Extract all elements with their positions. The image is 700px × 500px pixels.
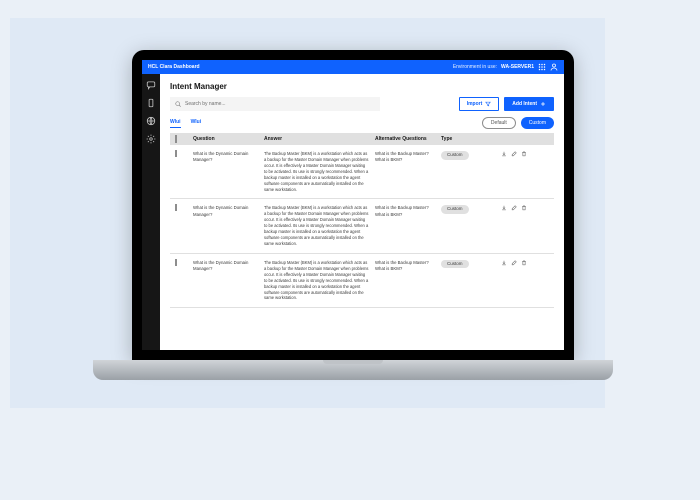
- sidebar-item-device[interactable]: [146, 98, 156, 108]
- row-checkbox[interactable]: [175, 259, 177, 266]
- filter-icon: [485, 101, 491, 107]
- edit-icon[interactable]: [511, 260, 517, 266]
- edit-icon[interactable]: [511, 205, 517, 211]
- top-bar: HCL Clara Dashboard Environment in use: …: [142, 60, 564, 74]
- tab-wlui-2[interactable]: Wlui: [191, 119, 202, 128]
- table-row: What is the Dynamic Domain Manager? The B…: [170, 254, 554, 308]
- type-badge: Custom: [441, 205, 469, 214]
- select-all-checkbox[interactable]: [175, 135, 177, 143]
- cell-question: What is the Dynamic Domain Manager?: [193, 151, 258, 163]
- col-question: Question: [193, 136, 258, 142]
- cell-answer: The Backup Master (BKM) is a workstation…: [264, 205, 369, 246]
- brand-label: HCL Clara Dashboard: [148, 64, 200, 70]
- row-checkbox[interactable]: [175, 204, 177, 211]
- env-value: WA-SERVER1: [501, 64, 534, 70]
- type-badge: Custom: [441, 151, 469, 160]
- delete-icon[interactable]: [521, 260, 527, 266]
- env-label: Environment in use:: [453, 64, 497, 70]
- chip-custom[interactable]: Custom: [521, 117, 554, 129]
- search-icon: [175, 101, 181, 107]
- sidebar-item-intents[interactable]: [146, 80, 156, 90]
- table-row: What is the Dynamic Domain Manager? The B…: [170, 199, 554, 253]
- cell-alt: What is the Backup Master? What is BKM?: [375, 151, 435, 163]
- download-icon[interactable]: [501, 151, 507, 157]
- sidebar: [142, 74, 160, 350]
- table-header: Question Answer Alternative Questions Ty…: [170, 133, 554, 145]
- cell-question: What is the Dynamic Domain Manager?: [193, 260, 258, 272]
- chip-default[interactable]: Default: [482, 117, 516, 129]
- delete-icon[interactable]: [521, 151, 527, 157]
- col-answer: Answer: [264, 136, 369, 142]
- delete-icon[interactable]: [521, 205, 527, 211]
- cell-answer: The Backup Master (BKM) is a workstation…: [264, 151, 369, 192]
- edit-icon[interactable]: [511, 151, 517, 157]
- search-input[interactable]: Search by name...: [170, 97, 380, 111]
- col-type: Type: [441, 136, 481, 142]
- cell-alt: What is the Backup Master? What is BKM?: [375, 205, 435, 217]
- col-alt: Alternative Questions: [375, 136, 435, 142]
- sidebar-item-settings[interactable]: [146, 134, 156, 144]
- cell-alt: What is the Backup Master? What is BKM?: [375, 260, 435, 272]
- row-checkbox[interactable]: [175, 150, 177, 157]
- add-intent-button[interactable]: Add Intent: [504, 97, 554, 111]
- page-title: Intent Manager: [170, 82, 554, 91]
- download-icon[interactable]: [501, 205, 507, 211]
- sidebar-item-network[interactable]: [146, 116, 156, 126]
- cell-question: What is the Dynamic Domain Manager?: [193, 205, 258, 217]
- table-row: What is the Dynamic Domain Manager? The B…: [170, 145, 554, 199]
- search-placeholder: Search by name...: [185, 101, 226, 107]
- download-icon[interactable]: [501, 260, 507, 266]
- cell-answer: The Backup Master (BKM) is a workstation…: [264, 260, 369, 301]
- import-button[interactable]: Import: [459, 97, 500, 111]
- type-badge: Custom: [441, 260, 469, 269]
- tab-wlui-1[interactable]: Wlui: [170, 119, 181, 128]
- apps-icon[interactable]: [538, 63, 546, 71]
- plus-icon: [540, 101, 546, 107]
- user-icon[interactable]: [550, 63, 558, 71]
